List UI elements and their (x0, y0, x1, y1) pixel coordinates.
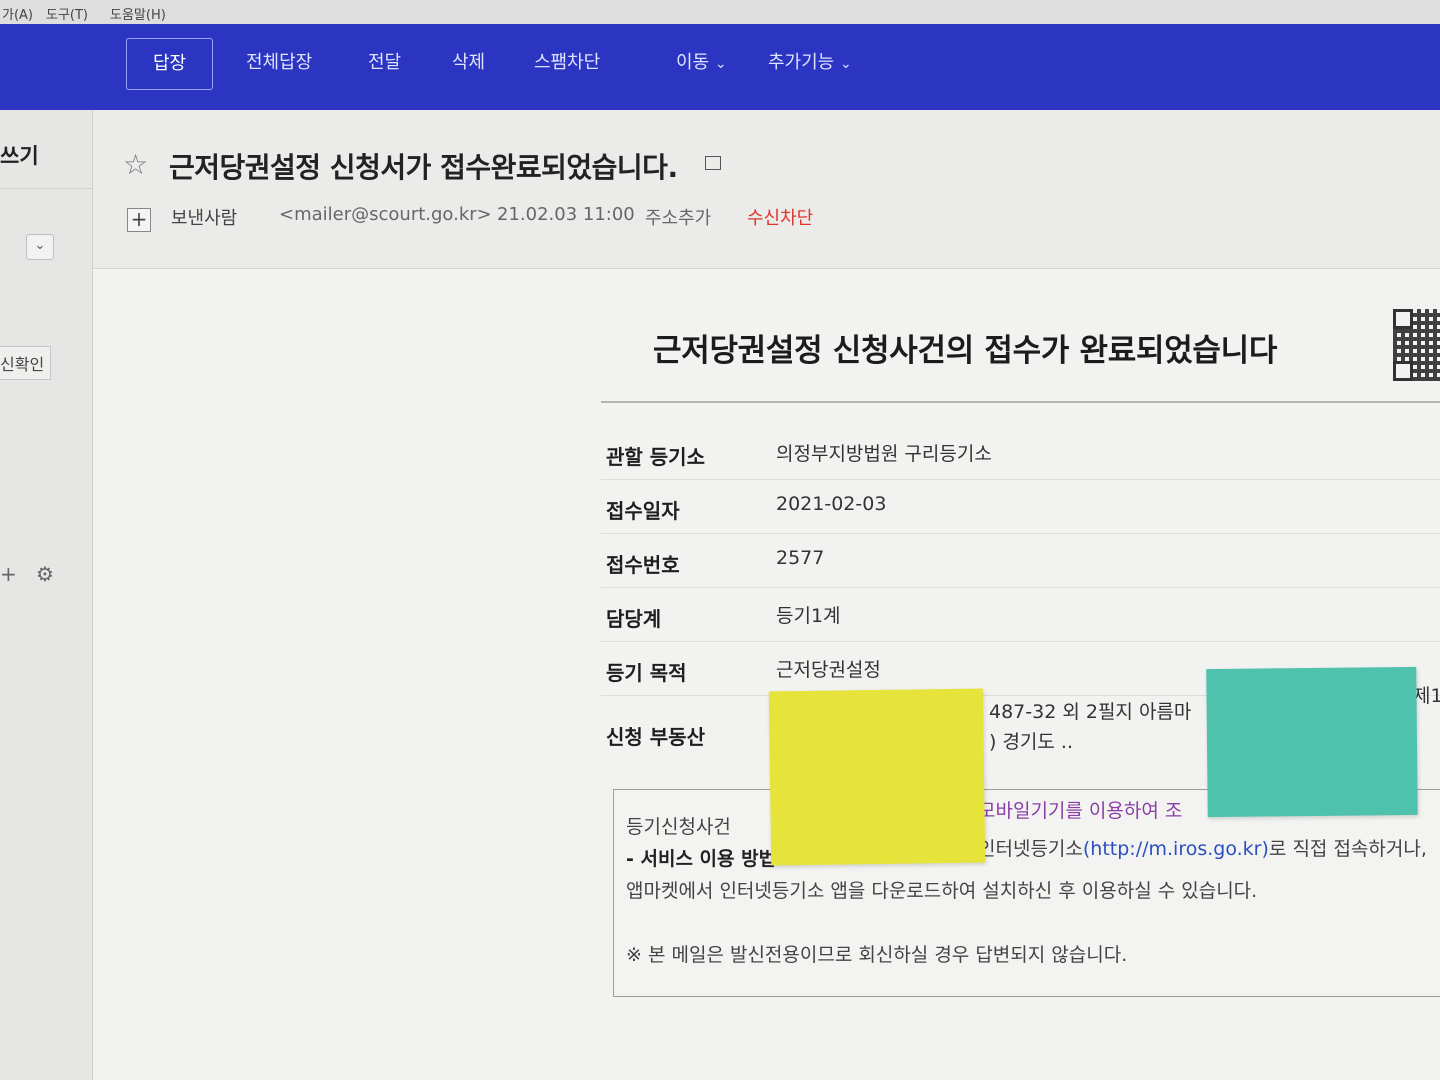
info-value: 근저당권설정 (776, 659, 881, 681)
notice-mobile-text: 모바일기기를 이용하여 조 (978, 800, 1183, 822)
block-spam-button[interactable]: 스팸차단 (534, 38, 600, 88)
info-row: 담당계 등기1계 (601, 589, 1440, 642)
notice-line2: - 서비스 이용 방법 인터넷등기소(http://m.iros.go.kr)로… (626, 838, 1427, 871)
sticky-note-yellow (768, 688, 986, 866)
iros-link[interactable]: (http://m.iros.go.kr) (1083, 838, 1269, 860)
menu-bar: 가(A) 도구(T) 도움말(H) (0, 0, 1440, 25)
add-icon[interactable]: + (0, 562, 17, 586)
notice-box: 등기신청사건 모바일기기를 이용하여 조 - 서비스 이용 방법 인터넷등기소(… (613, 789, 1440, 997)
expand-recipients-icon[interactable]: + (127, 208, 151, 232)
notice-line2-rest: 인터넷등기소(http://m.iros.go.kr)로 직접 접속하거나, (978, 834, 1427, 861)
more-features-label: 추가기능 (768, 52, 835, 73)
document-title: 근저당권설정 신청사건의 접수가 완료되었습니다 (653, 333, 1278, 369)
info-label: 관할 등기소 (606, 445, 705, 469)
notice-line1: 등기신청사건 모바일기기를 이용하여 조 (626, 800, 1182, 839)
chevron-down-icon: ⌄ (839, 56, 852, 72)
compose-button[interactable]: 쓰기 (0, 140, 39, 170)
info-row: 관할 등기소 의정부지방법원 구리등기소 (601, 427, 1440, 480)
mail-toolbar: 답장 전체답장 전달 삭제 스팸차단 이동 ⌄ 추가기능 ⌄ (0, 24, 1440, 110)
title-divider (601, 401, 1440, 403)
property-address-line1: 487-32 외 2필지 아름마 (989, 701, 1192, 723)
menu-item-help[interactable]: 도움말(H) (110, 4, 166, 23)
mail-subject: 근저당권설정 신청서가 접수완료되었습니다. (169, 151, 678, 184)
sidebar: 쓰기 ⌄ 신확인 + ⚙ (0, 110, 93, 1080)
chevron-down-icon[interactable]: ⌄ (26, 234, 54, 260)
info-value: 2577 (776, 547, 825, 569)
service-usage-heading: - 서비스 이용 방법 (626, 848, 777, 870)
delete-button[interactable]: 삭제 (452, 38, 485, 88)
info-label: 접수일자 (606, 499, 680, 523)
info-label: 신청 부동산 (606, 725, 705, 749)
mail-header: ☆ 근저당권설정 신청서가 접수완료되었습니다. + 보낸사람 <mailer@… (93, 110, 1440, 269)
property-address-tail: 제1 (1413, 685, 1440, 707)
forward-button[interactable]: 전달 (368, 38, 401, 88)
menu-item-tools[interactable]: 도구(T) (46, 4, 88, 23)
notice-line2-tail: 로 직접 접속하거나, (1268, 838, 1427, 860)
info-value: 의정부지방법원 구리등기소 (776, 443, 992, 465)
property-address-line2: ) 경기도 .. (989, 731, 1074, 753)
reply-button[interactable]: 답장 (126, 38, 214, 90)
reply-all-button[interactable]: 전체답장 (246, 38, 312, 88)
info-row: 접수일자 2021-02-03 (601, 481, 1440, 534)
sticky-note-teal (1206, 666, 1418, 818)
read-check-button[interactable]: 신확인 (0, 346, 52, 380)
popout-icon[interactable] (705, 156, 721, 170)
info-label: 등기 목적 (606, 661, 687, 685)
add-address-link[interactable]: 주소추가 (645, 204, 711, 230)
sent-datetime: 21.02.03 11:00 (497, 204, 635, 225)
move-label: 이동 (676, 52, 710, 73)
sender-email[interactable]: <mailer@scourt.go.kr> (279, 204, 492, 225)
block-receive-link[interactable]: 수신차단 (747, 204, 813, 230)
star-icon[interactable]: ☆ (123, 148, 148, 181)
sidebar-divider (0, 188, 92, 189)
qr-code-icon (1393, 309, 1440, 381)
gear-icon[interactable]: ⚙ (36, 562, 54, 586)
notice-line4: ※ 본 메일은 발신전용이므로 회신하실 경우 답변되지 않습니다. (626, 944, 1128, 966)
qr-corner (1393, 361, 1413, 381)
notice-line3: 앱마켓에서 인터넷등기소 앱을 다운로드하여 설치하신 후 이용하실 수 있습니… (626, 880, 1258, 902)
notice-line1-start: 등기신청사건 (626, 816, 731, 838)
more-features-button[interactable]: 추가기능 ⌄ (768, 38, 852, 88)
move-button[interactable]: 이동 ⌄ (676, 38, 727, 88)
sender-label: 보낸사람 (171, 208, 238, 229)
info-label: 접수번호 (606, 553, 680, 577)
menu-item-view[interactable]: 가(A) (2, 4, 33, 23)
chevron-down-icon: ⌄ (714, 56, 727, 72)
info-value: 등기1계 (776, 605, 841, 627)
qr-corner (1393, 309, 1413, 329)
info-value: 2021-02-03 (776, 493, 887, 515)
internet-registry-text: 인터넷등기소 (978, 838, 1083, 860)
info-label: 담당계 (606, 607, 662, 631)
info-row: 접수번호 2577 (601, 535, 1440, 588)
